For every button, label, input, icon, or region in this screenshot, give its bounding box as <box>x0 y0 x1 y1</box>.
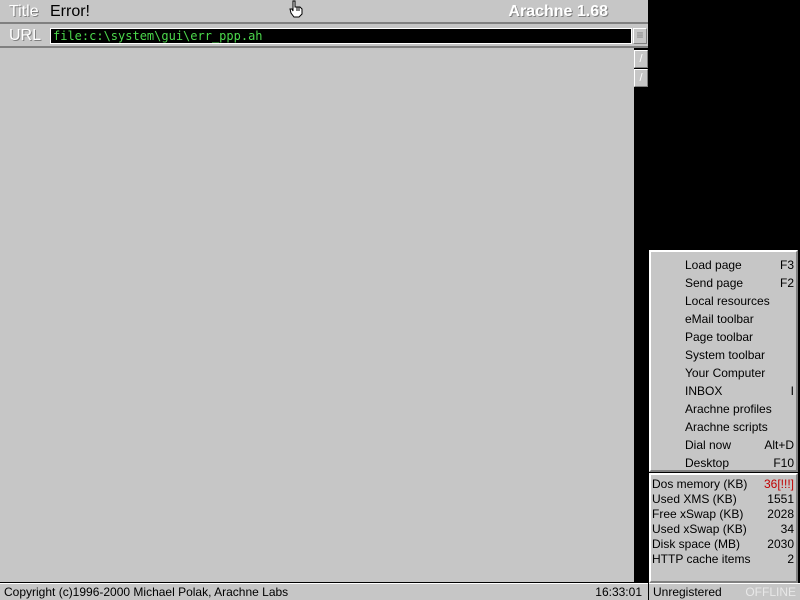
title-label: Title <box>9 3 39 20</box>
menu-item-inbox[interactable]: INBOX I <box>651 382 796 400</box>
hamburger-icon[interactable]: ≡ <box>633 28 647 44</box>
menu-item-shortcut: Alt+D <box>764 438 794 452</box>
menu-item-email-toolbar[interactable]: eMail toolbar <box>651 310 796 328</box>
menu-item-label: Dial now <box>685 438 732 452</box>
page-content <box>0 48 634 582</box>
app-brand: Arachne 1.68 <box>508 3 608 20</box>
menu-item-label: eMail toolbar <box>685 312 754 326</box>
menu-item-shortcut: F3 <box>779 258 794 272</box>
stat-value: 36[!!!] <box>763 477 794 491</box>
menu-item-label: Send page <box>685 276 744 290</box>
stat-value: 2 <box>787 552 794 566</box>
url-input[interactable]: file:c:\system\gui\err_ppp.ah <box>50 28 632 44</box>
copyright-text: Copyright (c)1996-2000 Michael Polak, Ar… <box>4 585 289 599</box>
stat-used-xms: Used XMS (KB) 1551 <box>651 492 796 507</box>
status-bar: Copyright (c)1996-2000 Michael Polak, Ar… <box>0 583 648 600</box>
title-bar: Title Error! Arachne 1.68 <box>0 0 648 24</box>
side-menu: Load page F3 Send page F2 Local resource… <box>649 250 798 472</box>
menu-item-page-toolbar[interactable]: Page toolbar <box>651 328 796 346</box>
menu-item-your-computer[interactable]: Your Computer <box>651 364 796 382</box>
menu-item-label: INBOX <box>685 384 723 398</box>
menu-item-arachne-profiles[interactable]: Arachne profiles <box>651 400 796 418</box>
stat-value: 34 <box>780 522 794 536</box>
menu-item-label: Desktop <box>685 456 730 470</box>
stat-free-xswap: Free xSwap (KB) 2028 <box>651 507 796 522</box>
menu-item-system-toolbar[interactable]: System toolbar <box>651 346 796 364</box>
arachne-browser-window: Title Error! Arachne 1.68 URL file:c:\sy… <box>0 0 800 600</box>
menu-item-send-page[interactable]: Send page F2 <box>651 274 796 292</box>
menu-item-label: Page toolbar <box>685 330 754 344</box>
scrollbar-track[interactable] <box>634 88 648 582</box>
scroll-down-icon[interactable]: / <box>634 69 648 87</box>
hand-pointer-icon <box>289 0 303 18</box>
menu-item-label: System toolbar <box>685 348 766 362</box>
stat-value: 2030 <box>767 537 794 551</box>
menu-item-label: Load page <box>685 258 742 272</box>
menu-item-shortcut: I <box>790 384 794 398</box>
stat-dos-memory: Dos memory (KB) 36[!!!] <box>651 477 796 492</box>
menu-item-local-resources[interactable]: Local resources <box>651 292 796 310</box>
url-bar: URL file:c:\system\gui\err_ppp.ah ≡ <box>0 24 648 48</box>
menu-item-load-page[interactable]: Load page F3 <box>651 256 796 274</box>
stat-label: Used xSwap (KB) <box>652 522 747 536</box>
menu-item-shortcut: F10 <box>773 456 794 470</box>
menu-item-dial-now[interactable]: Dial now Alt+D <box>651 436 796 454</box>
stat-value: 2028 <box>767 507 794 521</box>
clock: 16:33:01 <box>595 585 642 599</box>
resource-stats-panel: Dos memory (KB) 36[!!!] Used XMS (KB) 15… <box>649 473 798 583</box>
stat-http-cache: HTTP cache items 2 <box>651 552 796 567</box>
stat-value: 1551 <box>767 492 794 506</box>
menu-item-label: Arachne profiles <box>685 402 772 416</box>
menu-item-arachne-scripts[interactable]: Arachne scripts <box>651 418 796 436</box>
stat-label: Disk space (MB) <box>652 537 741 551</box>
url-label: URL <box>9 27 42 44</box>
connection-status[interactable]: OFFLINE <box>745 585 796 599</box>
stat-label: Dos memory (KB) <box>652 477 748 491</box>
stat-label: HTTP cache items <box>652 552 751 566</box>
menu-item-label: Your Computer <box>685 366 766 380</box>
menu-item-desktop[interactable]: Desktop F10 <box>651 454 796 472</box>
registration-status: Unregistered <box>653 585 722 599</box>
menu-item-label: Local resources <box>685 294 770 308</box>
stat-label: Free xSwap (KB) <box>652 507 744 521</box>
status-bar-right: Unregistered OFFLINE <box>649 583 800 600</box>
menu-item-shortcut: F2 <box>779 276 794 290</box>
stat-label: Used XMS (KB) <box>652 492 737 506</box>
scroll-up-icon[interactable]: / <box>634 50 648 68</box>
stat-disk-space: Disk space (MB) 2030 <box>651 537 796 552</box>
page-title: Error! <box>50 3 90 20</box>
stat-used-xswap: Used xSwap (KB) 34 <box>651 522 796 537</box>
menu-item-label: Arachne scripts <box>685 420 768 434</box>
